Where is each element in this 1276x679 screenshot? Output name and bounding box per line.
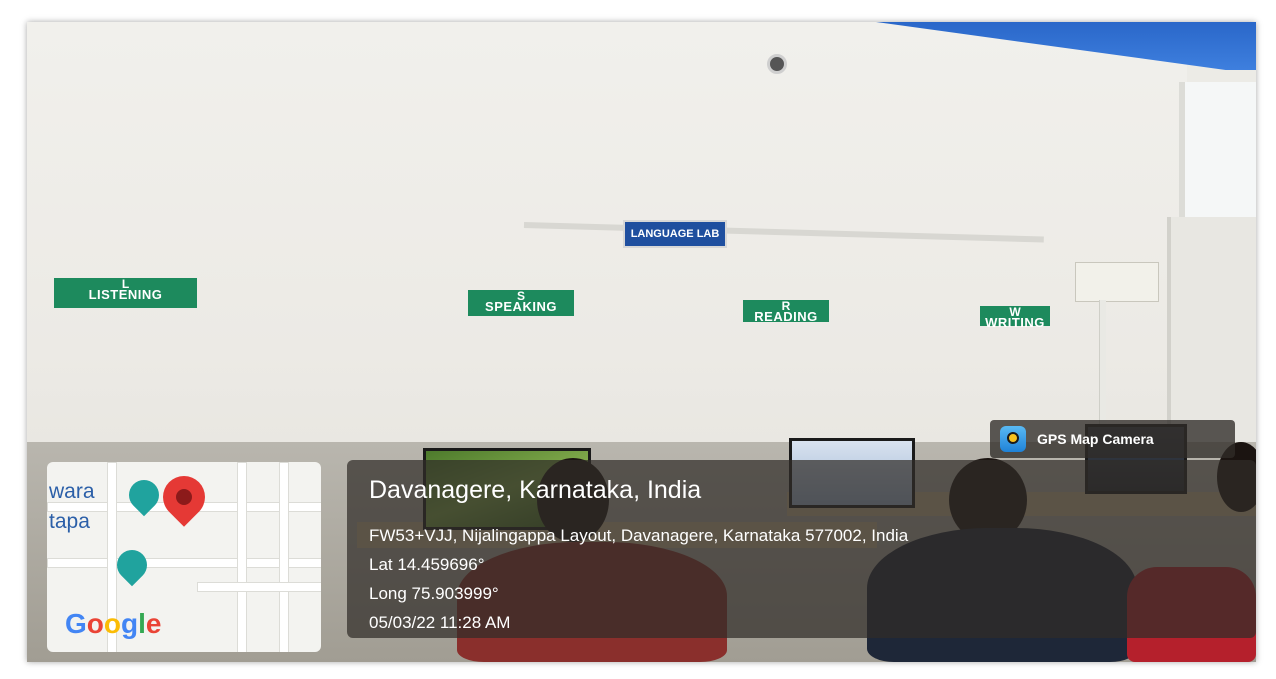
map-label: wara (49, 480, 95, 503)
location-title: Davanagere, Karnataka, India (369, 476, 702, 504)
map-road (279, 462, 289, 652)
map-label: tapa (49, 510, 90, 533)
google-logo-letter: e (145, 608, 162, 639)
google-logo-letter: o (86, 608, 104, 639)
google-logo-letter: G (65, 608, 87, 639)
google-logo-letter: l (138, 608, 146, 639)
reading-sign: R READING (743, 300, 829, 324)
gps-camera-icon (1000, 426, 1026, 452)
photo: LANGUAGE LAB L LISTENING S SPEAKING R RE… (27, 22, 1256, 662)
switch-board (1075, 262, 1159, 302)
gps-map-camera-tag: GPS Map Camera (990, 420, 1235, 458)
listening-sign: L LISTENING (54, 278, 197, 308)
google-logo-letter: o (103, 608, 121, 639)
latitude: Lat 14.459696° (369, 555, 485, 574)
location-panel: Davanagere, Karnataka, India FW53+VJJ, N… (347, 460, 1256, 638)
cctv-camera-icon (767, 54, 787, 74)
writing-sign: W WRITING (980, 306, 1050, 330)
map-thumbnail: wara tapa Google (47, 462, 321, 652)
listening-word: LISTENING (88, 287, 163, 302)
wall-pipe (1099, 300, 1106, 440)
writing-word: WRITING (985, 315, 1045, 330)
google-logo-letter: g (121, 608, 139, 639)
reading-word: READING (754, 309, 818, 324)
location-pin-icon (154, 467, 214, 527)
map-road (197, 582, 321, 592)
date-time: 05/03/22 11:28 AM (369, 613, 511, 632)
door-frame (1167, 217, 1256, 447)
location-address: FW53+VJJ, Nijalingappa Layout, Davanager… (369, 526, 909, 545)
park-marker-icon (110, 543, 154, 587)
google-logo: Google (65, 608, 161, 640)
gps-tag-label: GPS Map Camera (1037, 431, 1154, 447)
map-road (237, 462, 247, 652)
speaking-word: SPEAKING (485, 299, 557, 314)
language-lab-sign: LANGUAGE LAB (623, 220, 727, 248)
speaking-sign: S SPEAKING (468, 290, 574, 316)
longitude: Long 75.903999° (369, 584, 499, 603)
